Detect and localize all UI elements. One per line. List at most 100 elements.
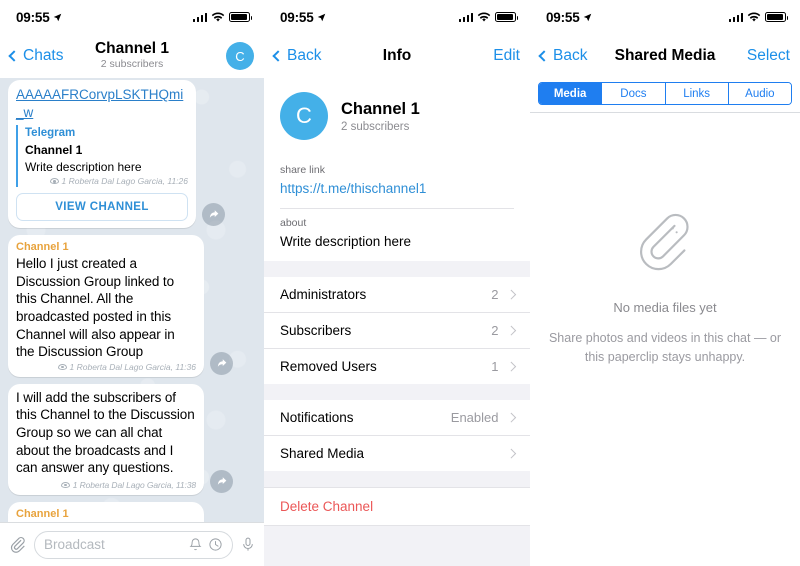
- tab-media[interactable]: Media: [539, 83, 603, 104]
- channel-name: Channel 1: [341, 99, 420, 118]
- select-button[interactable]: Select: [747, 47, 790, 65]
- back-to-chats-button[interactable]: Chats: [8, 47, 64, 65]
- section-gap: [264, 471, 530, 487]
- field-share-link[interactable]: share link https://t.me/thischannel1: [280, 156, 514, 209]
- forward-arrow-icon: [209, 210, 218, 218]
- forward-arrow-icon: [217, 477, 226, 486]
- row-label: Subscribers: [280, 323, 352, 338]
- wifi-icon: [747, 12, 761, 21]
- status-bar-indicators: [728, 11, 788, 23]
- panel-info: 09:55 Back Info Edit C Channel 1 2 subsc…: [264, 0, 530, 566]
- cellular-bars-icon: [728, 12, 743, 22]
- media-nav-right: Select: [747, 47, 790, 65]
- chevron-right-icon: [506, 289, 516, 300]
- row-label: Removed Users: [280, 359, 377, 374]
- row-label: Administrators: [280, 287, 367, 302]
- paperclip-icon[interactable]: [8, 535, 27, 554]
- message-author: Channel 1: [16, 507, 69, 520]
- chat-nav-left: Chats: [8, 47, 64, 65]
- row-label: Notifications: [280, 410, 354, 425]
- views-eye-icon: [57, 363, 67, 370]
- info-back-label: Back: [287, 47, 322, 64]
- forward-button[interactable]: [202, 202, 225, 226]
- message-meta: 1 Roberta Dal Lago Garcia, 11:38: [60, 480, 196, 490]
- row-administrators[interactable]: Administrators 2: [264, 277, 530, 313]
- cellular-bars-icon: [192, 12, 207, 22]
- edit-button[interactable]: Edit: [493, 47, 520, 65]
- wifi-icon: [477, 12, 491, 21]
- chat-message-area[interactable]: AAAAAFRCorvpLSKTHQmi_w Telegram Channel …: [0, 78, 264, 522]
- info-back-button[interactable]: Back: [272, 47, 322, 65]
- row-notifications[interactable]: Notifications Enabled: [264, 400, 530, 436]
- message-meta-text: 1 Roberta Dal Lago Garcia, 11:36: [69, 361, 196, 372]
- info-nav-right: Edit: [493, 47, 520, 65]
- field-value[interactable]: https://t.me/thischannel1: [280, 179, 514, 199]
- row-shared-media[interactable]: Shared Media: [264, 436, 530, 471]
- views-eye-icon: [60, 481, 70, 488]
- back-button-label: Chats: [23, 47, 64, 64]
- empty-state-title: No media files yet: [613, 300, 717, 315]
- wifi-icon: [211, 12, 225, 21]
- row-label: Shared Media: [280, 446, 365, 461]
- status-bar-time-group: 09:55: [16, 10, 62, 25]
- message-bubble-link-preview[interactable]: AAAAAFRCorvpLSKTHQmi_w Telegram Channel …: [8, 80, 196, 228]
- chevron-left-icon: [272, 50, 284, 62]
- empty-state: No media files yet Share photos and vide…: [530, 110, 800, 566]
- chevron-right-icon: [506, 325, 516, 336]
- chat-nav-right: C: [226, 42, 254, 70]
- chat-title: Channel 1: [94, 40, 170, 58]
- message-link[interactable]: AAAAAFRCorvpLSKTHQmi_w: [16, 86, 188, 121]
- location-arrow-icon: [53, 13, 61, 21]
- bell-icon[interactable]: [188, 537, 203, 552]
- row-subscribers[interactable]: Subscribers 2: [264, 313, 530, 349]
- segmented-control[interactable]: Media Docs Links Audio: [538, 82, 792, 105]
- chevron-right-icon: [506, 448, 516, 459]
- tab-audio[interactable]: Audio: [728, 83, 791, 104]
- delete-channel-button[interactable]: Delete Channel: [264, 487, 530, 526]
- message-row: I will add the subscribers of this Chann…: [8, 383, 256, 495]
- message-text-inner: I will add the subscribers of this Chann…: [16, 389, 195, 476]
- media-filter-bar: Media Docs Links Audio: [530, 78, 800, 113]
- message-row: Channel 1 Example of how to pin a messag…: [8, 501, 256, 522]
- row-value: 2: [491, 287, 499, 302]
- chevron-right-icon: [506, 412, 516, 423]
- info-content: C Channel 1 2 subscribers share link htt…: [264, 78, 530, 566]
- preview-title: Channel 1: [25, 142, 83, 157]
- status-bar-time: 09:55: [280, 9, 314, 25]
- status-bar: 09:55: [530, 0, 800, 34]
- tab-docs[interactable]: Docs: [602, 83, 666, 104]
- field-label: about: [280, 217, 307, 229]
- broadcast-input-placeholder: Broadcast: [44, 537, 105, 552]
- info-title: Info: [382, 47, 412, 65]
- web-preview: Telegram Channel 1 Write description her…: [16, 125, 188, 187]
- status-bar-time: 09:55: [546, 9, 580, 25]
- broadcast-input-field[interactable]: Broadcast: [34, 530, 233, 559]
- message-author: Channel 1: [16, 240, 69, 253]
- settings-group: Notifications Enabled Shared Media: [264, 400, 530, 471]
- views-eye-icon: [49, 178, 59, 185]
- media-back-button[interactable]: Back: [538, 47, 587, 65]
- field-about[interactable]: about Write description here: [280, 209, 514, 261]
- media-title: Shared Media: [614, 47, 716, 65]
- message-meta-text: 1 Roberta Dal Lago Garcia, 11:26: [61, 176, 188, 187]
- row-value: Enabled: [450, 410, 499, 425]
- row-removed-users[interactable]: Removed Users 1: [264, 349, 530, 384]
- message-bubble[interactable]: Channel 1 Hello I just created a Discuss…: [8, 234, 204, 377]
- message-bubble[interactable]: I will add the subscribers of this Chann…: [8, 383, 204, 495]
- channel-header-card: C Channel 1 2 subscribers: [264, 78, 530, 156]
- view-channel-button[interactable]: VIEW CHANNEL: [16, 192, 188, 221]
- microphone-icon[interactable]: [240, 535, 256, 554]
- panel-shared-media: 09:55 Back Shared Media Select Media Doc…: [530, 0, 800, 566]
- tab-links[interactable]: Links: [665, 83, 729, 104]
- status-bar-indicators: [458, 11, 518, 23]
- message-bubble[interactable]: Channel 1 Example of how to pin a messag…: [8, 501, 204, 522]
- location-arrow-icon: [317, 13, 325, 21]
- forward-button[interactable]: [210, 351, 233, 375]
- timer-icon[interactable]: [208, 537, 223, 552]
- forward-button[interactable]: [210, 469, 233, 493]
- info-nav-bar: Back Info Edit: [264, 34, 530, 78]
- channel-avatar[interactable]: C: [280, 92, 328, 140]
- channel-avatar[interactable]: C: [226, 42, 254, 70]
- status-bar-indicators: [192, 11, 252, 23]
- message-text-inner: Hello I just created a Discussion Group …: [16, 256, 175, 360]
